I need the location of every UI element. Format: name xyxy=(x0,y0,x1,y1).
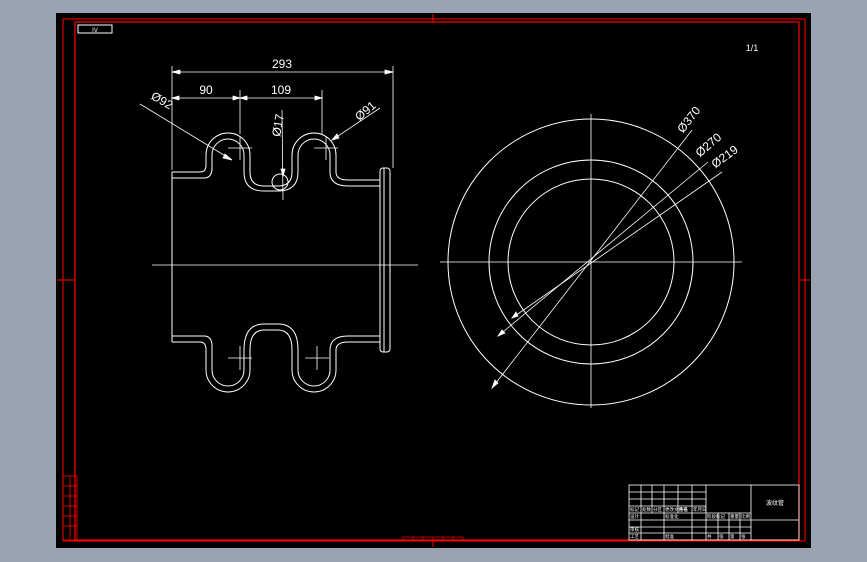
tb-label-8: 阶段标记 xyxy=(707,513,725,520)
tb-label-11: 审核 xyxy=(630,526,639,533)
tb-label-0: 标记 xyxy=(630,506,639,513)
tb-label-5: 年月日 xyxy=(693,506,707,513)
drawing-canvas: IV 1/1 293 90 109 Ø92 Ø91 Ø17 Ø370 Ø270 … xyxy=(56,13,811,548)
tb-label-6: 设计 xyxy=(630,513,639,520)
dim-overall-width: 293 xyxy=(272,57,292,71)
tb-label-15: 张 xyxy=(719,533,724,540)
drawing-background xyxy=(56,13,811,548)
tb-label-9: 重量 xyxy=(730,513,739,520)
tb-label-13: 批准 xyxy=(665,533,674,540)
dim-right-span: 109 xyxy=(271,83,291,97)
drawing-note: 1/1 xyxy=(746,43,759,53)
tb-label-2: 分区 xyxy=(653,506,662,513)
dim-left-span: 90 xyxy=(199,83,213,97)
tb-label-14: 共 xyxy=(707,533,712,540)
tb-label-7: 标准化 xyxy=(665,513,679,520)
tb-label-17: 张 xyxy=(741,533,746,540)
tb-label-12: 工艺 xyxy=(630,534,639,539)
cad-viewport: IV 1/1 293 90 109 Ø92 Ø91 Ø17 Ø370 Ø270 … xyxy=(0,0,867,562)
tb-label-10: 比例 xyxy=(741,513,750,520)
tb-label-4: 签名 xyxy=(679,506,688,513)
tb-label-1: 处数 xyxy=(642,506,651,513)
sheet-tag: IV xyxy=(92,28,98,34)
tb-label-16: 第 xyxy=(730,533,735,540)
part-name: 波纹管 xyxy=(766,499,784,507)
